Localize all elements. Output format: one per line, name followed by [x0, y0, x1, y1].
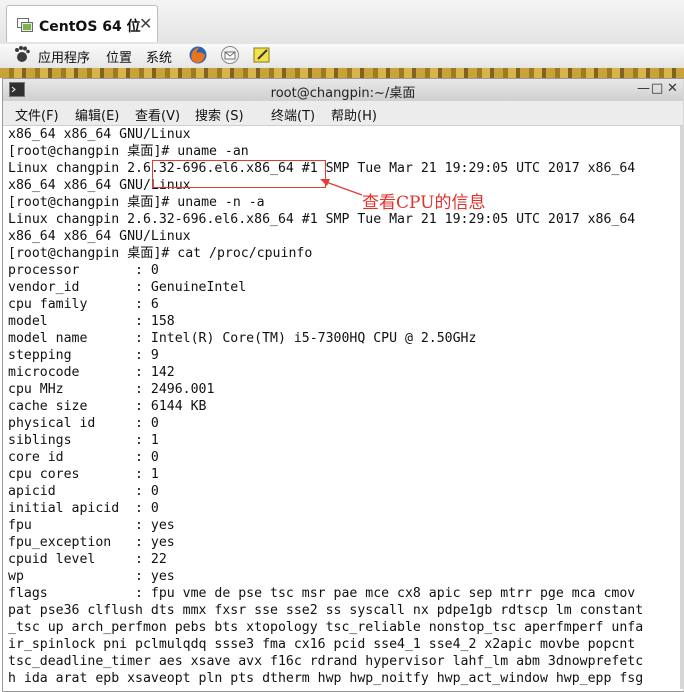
terminal-line: pat pse36 clflush dts mmx fxsr sse sse2 …: [8, 603, 644, 618]
terminal-line: vendor_id : GenuineIntel: [8, 280, 247, 295]
vm-tab-title: CentOS 64 位: [39, 19, 141, 35]
terminal-line: physical id : 0: [8, 416, 159, 431]
places-menu[interactable]: 位置: [106, 47, 132, 66]
terminal-line: fpu : yes: [8, 518, 175, 533]
terminal-line: siblings : 1: [8, 433, 159, 448]
vm-tab-close-button[interactable]: ✕: [139, 14, 152, 33]
terminal-line: x86_64 x86_64 GNU/Linux: [8, 229, 191, 244]
terminal-line: x86_64 x86_64 GNU/Linux: [8, 127, 191, 142]
annotation-label: 查看CPU的信息: [362, 193, 486, 213]
terminal-line: apicid : 0: [8, 484, 159, 499]
gnome-top-panel: 应用程序 位置 系统: [0, 44, 684, 69]
terminal-window: root@changpin:~/桌面 — □ ✕ 文件(F) 编辑(E) 查看(…: [2, 78, 684, 692]
terminal-line: processor : 0: [8, 263, 159, 278]
terminal-line: wp : yes: [8, 569, 175, 584]
terminal-line: microcode : 142: [8, 365, 175, 380]
window-title: root@changpin:~/桌面: [270, 86, 416, 101]
terminal-line: model : 158: [8, 314, 175, 329]
terminal-line: flags : fpu vme de pse tsc msr pae mce c…: [8, 586, 636, 601]
terminal-line: tsc_deadline_timer aes xsave avx f16c rd…: [8, 654, 644, 669]
terminal-line: core id : 0: [8, 450, 159, 465]
applications-menu[interactable]: 应用程序: [38, 47, 90, 66]
terminal-line: stepping : 9: [8, 348, 159, 363]
terminal-line: model name : Intel(R) Core(TM) i5-7300HQ…: [8, 331, 477, 346]
terminal-line: cpuid level : 22: [8, 552, 167, 567]
terminal-output[interactable]: x86_64 x86_64 GNU/Linux [root@changpin 桌面…: [8, 126, 680, 689]
terminal-line: [root@changpin 桌面]# uname -an: [8, 144, 249, 159]
annotation-arrow: [320, 179, 363, 196]
terminal-line: ir_spinlock pni pclmulqdq ssse3 fma cx16…: [8, 637, 636, 652]
maximize-button[interactable]: □: [651, 81, 663, 96]
terminal-line: cache size : 6144 KB: [8, 399, 207, 414]
terminal-line: _tsc up arch_perfmon pebs bts xtopology …: [8, 620, 644, 635]
terminal-line: Linux changpin 2.6.32-696.el6.x86_64 #1 …: [8, 212, 636, 227]
gnome-foot-icon: [15, 46, 30, 62]
terminal-line: [root@changpin 桌面]# cat /proc/cpuinfo: [8, 246, 313, 261]
mail-icon[interactable]: [220, 45, 240, 65]
firefox-icon[interactable]: [188, 45, 208, 65]
terminal-line: cpu cores : 1: [8, 467, 159, 482]
menu-edit[interactable]: 编辑(E): [75, 105, 119, 124]
menu-search[interactable]: 搜索 (S): [195, 105, 244, 124]
close-button[interactable]: ✕: [667, 81, 678, 96]
vm-tab-strip: CentOS 64 位 ✕: [0, 0, 684, 45]
terminal-line: h ida arat epb xsaveopt pln pts dtherm h…: [8, 671, 644, 686]
minimize-button[interactable]: —: [637, 81, 650, 96]
menu-help[interactable]: 帮助(H): [331, 105, 377, 124]
menu-view[interactable]: 查看(V): [135, 105, 180, 124]
menu-bar: 文件(F) 编辑(E) 查看(V) 搜索 (S) 终端(T) 帮助(H): [3, 101, 683, 126]
command-highlight-box: [152, 160, 326, 188]
terminal-line: fpu_exception : yes: [8, 535, 175, 550]
vm-tab[interactable]: CentOS 64 位 ✕: [6, 5, 158, 42]
menu-terminal[interactable]: 终端(T): [271, 105, 315, 124]
terminal-line: initial apicid : 0: [8, 501, 159, 516]
scrollbar[interactable]: [680, 126, 683, 689]
desktop-wallpaper: [0, 68, 684, 78]
terminal-line: cpu family : 6: [8, 297, 159, 312]
terminal-line: Linux changpin 2.6.32-696.el6.x86_64 #1 …: [8, 161, 636, 176]
notes-icon[interactable]: [252, 45, 272, 65]
menu-file[interactable]: 文件(F): [15, 105, 59, 124]
terminal-line: cpu MHz : 2496.001: [8, 382, 215, 397]
vm-icon: [17, 18, 33, 32]
system-menu[interactable]: 系统: [146, 47, 172, 66]
window-titlebar[interactable]: root@changpin:~/桌面 — □ ✕: [3, 79, 683, 102]
